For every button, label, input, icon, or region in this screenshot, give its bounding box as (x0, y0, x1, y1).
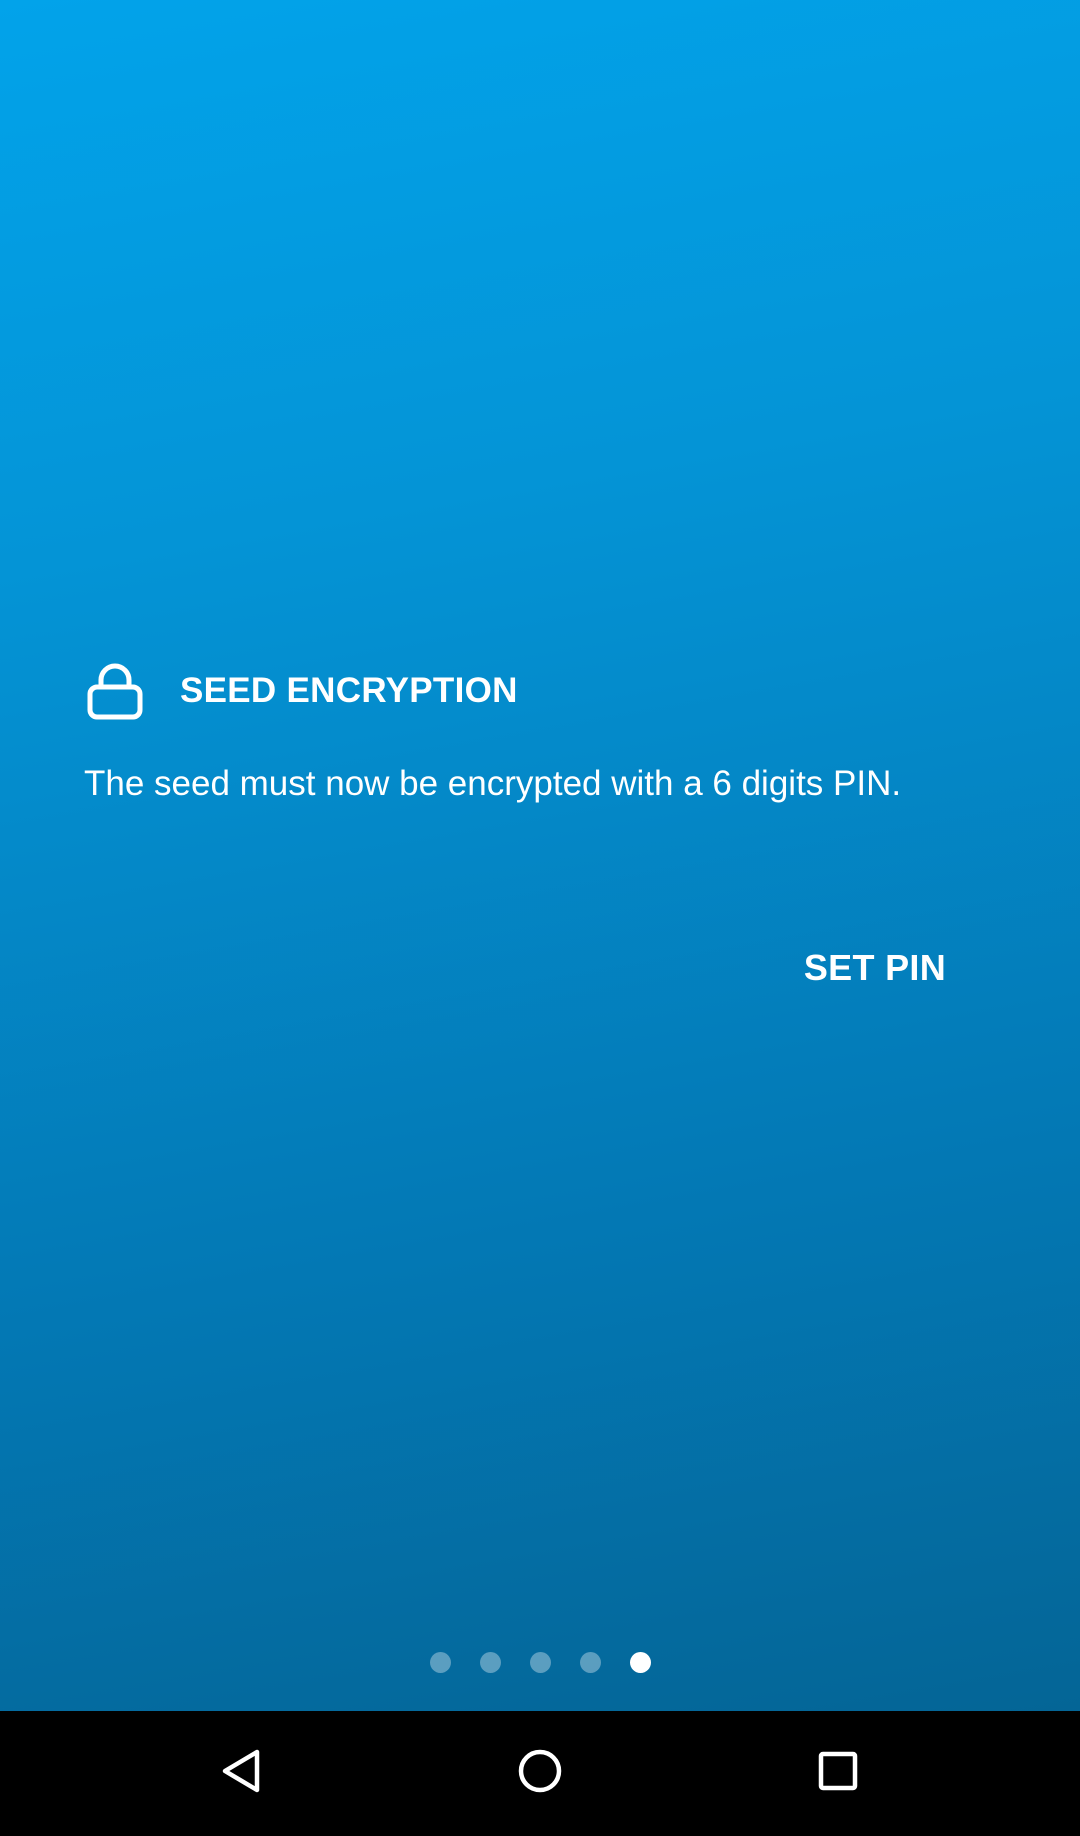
recents-icon (817, 1750, 859, 1797)
page-indicator (0, 1650, 1080, 1674)
back-icon (219, 1747, 263, 1800)
page-dot-1 (429, 1651, 451, 1673)
home-icon (517, 1748, 563, 1799)
page-dot-2 (479, 1651, 501, 1673)
back-button[interactable] (209, 1741, 273, 1805)
description-text: The seed must now be encrypted with a 6 … (84, 764, 902, 803)
recents-button[interactable] (806, 1741, 870, 1805)
set-pin-button[interactable]: SET PIN (798, 940, 952, 996)
home-button[interactable] (508, 1741, 572, 1805)
page-dot-3 (529, 1651, 551, 1673)
lock-icon (84, 660, 146, 722)
system-nav-bar (0, 1711, 1080, 1836)
page-dot-5-active (629, 1651, 651, 1673)
onboarding-screen: SEED ENCRYPTION The seed must now be enc… (0, 0, 1080, 1711)
page-dot-4 (579, 1651, 601, 1673)
page-title: SEED ENCRYPTION (180, 671, 518, 710)
title-row: SEED ENCRYPTION (84, 660, 518, 722)
